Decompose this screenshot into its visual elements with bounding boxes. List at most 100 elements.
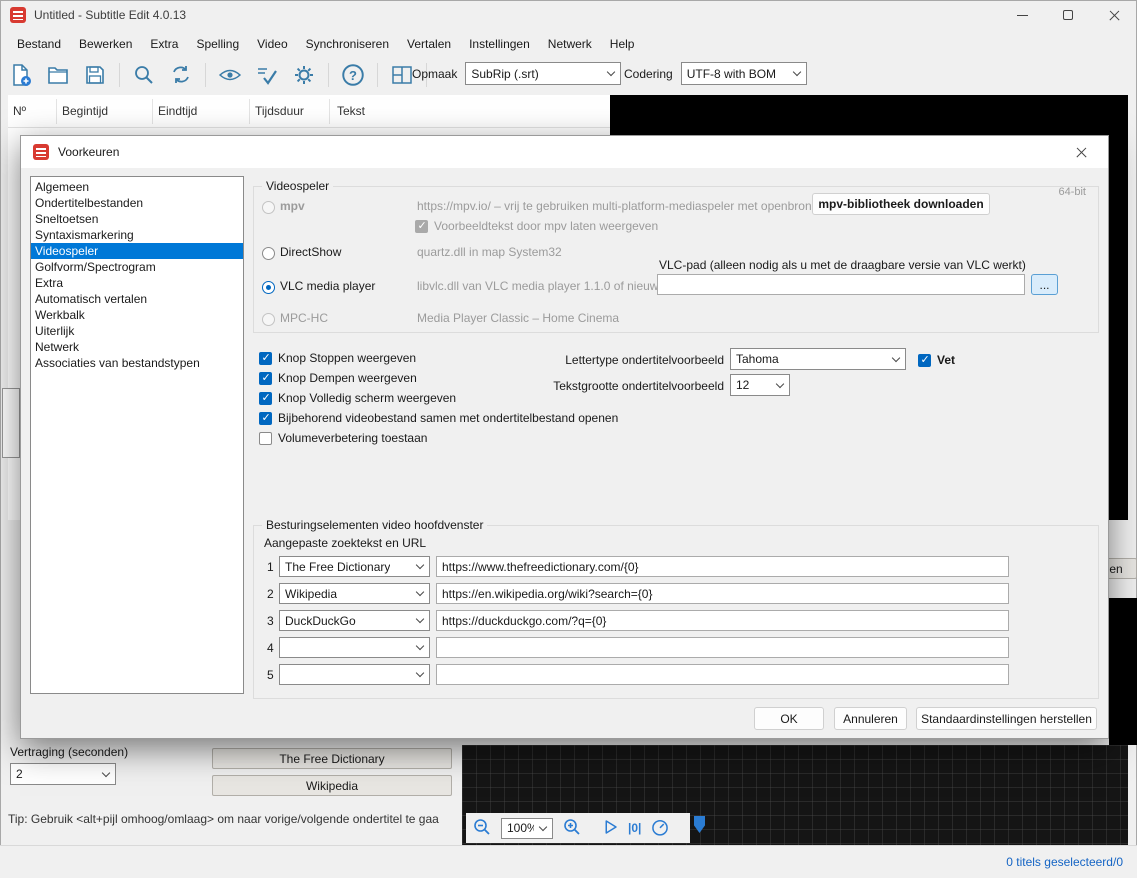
- main-controls-group-title: Besturingselementen video hoofdvenster: [262, 518, 487, 532]
- settings-button[interactable]: [289, 60, 319, 90]
- directshow-radio[interactable]: [262, 247, 275, 260]
- search-engine-select-1[interactable]: The Free Dictionary: [279, 556, 430, 577]
- menu-video[interactable]: Video: [248, 33, 296, 55]
- search-row-2: 2 Wikipedia: [267, 583, 1009, 604]
- zoom-in-button[interactable]: [562, 817, 582, 840]
- zoom-out-icon: [472, 817, 492, 837]
- vlc-path-browse-button[interactable]: ...: [1031, 274, 1058, 295]
- delay-select[interactable]: 2: [10, 763, 116, 785]
- vlc-path-input[interactable]: [657, 274, 1025, 295]
- preview-font-select[interactable]: Tahoma: [730, 348, 906, 370]
- vlc-radio[interactable]: [262, 281, 275, 294]
- menu-extra[interactable]: Extra: [141, 33, 187, 55]
- menu-netwerk[interactable]: Netwerk: [539, 33, 601, 55]
- sidebar-item-ondertitelbestanden[interactable]: Ondertitelbestanden: [31, 195, 243, 211]
- open-file-button[interactable]: [43, 60, 73, 90]
- find-button[interactable]: [129, 60, 159, 90]
- reset-defaults-button[interactable]: Standaardinstellingen herstellen: [916, 707, 1097, 730]
- ok-button[interactable]: OK: [754, 707, 824, 730]
- format-select[interactable]: SubRip (.srt): [465, 62, 621, 85]
- mpv-download-button[interactable]: mpv-bibliotheek downloaden: [812, 193, 990, 215]
- option-fullscreen-button[interactable]: Knop Volledig scherm weergeven: [259, 390, 456, 406]
- dialog-titlebar: Voorkeuren: [21, 136, 1108, 168]
- sidebar-item-uiterlijk[interactable]: Uiterlijk: [31, 323, 243, 339]
- stop-button-checkbox[interactable]: [259, 352, 272, 365]
- search-engine-select-2[interactable]: Wikipedia: [279, 583, 430, 604]
- sidebar-item-associaties[interactable]: Associaties van bestandstypen: [31, 355, 243, 371]
- mpc-radio[interactable]: [262, 313, 275, 326]
- mpv-preview-option[interactable]: Voorbeeldtekst door mpv laten weergeven: [415, 218, 658, 234]
- play-button[interactable]: [601, 818, 619, 839]
- bold-checkbox[interactable]: [918, 354, 931, 367]
- column-duration[interactable]: Tijdsduur: [255, 104, 304, 118]
- mpv-preview-checkbox[interactable]: [415, 220, 428, 233]
- visual-sync-button[interactable]: [215, 60, 245, 90]
- menu-bestand[interactable]: Bestand: [8, 33, 70, 55]
- menu-help[interactable]: Help: [601, 33, 644, 55]
- help-button[interactable]: ?: [338, 60, 368, 90]
- zoom-out-button[interactable]: [472, 817, 492, 840]
- sidebar-item-extra[interactable]: Extra: [31, 275, 243, 291]
- vlc-path-label: VLC-pad (alleen nodig als u met de draag…: [659, 258, 1026, 272]
- menu-synchroniseren[interactable]: Synchroniseren: [297, 33, 398, 55]
- mpv-radio[interactable]: [262, 201, 275, 214]
- open-video-checkbox[interactable]: [259, 412, 272, 425]
- new-file-icon: [9, 63, 33, 87]
- new-subtitle-button[interactable]: [6, 60, 36, 90]
- search-url-input-3[interactable]: [436, 610, 1009, 631]
- browse-label: ...: [1039, 278, 1049, 292]
- replace-button[interactable]: [166, 60, 196, 90]
- search-url-input-2[interactable]: [436, 583, 1009, 604]
- search-url-input-4[interactable]: [436, 637, 1009, 658]
- minimize-button[interactable]: [999, 0, 1045, 30]
- column-number[interactable]: Nº: [13, 104, 26, 118]
- menu-spelling[interactable]: Spelling: [187, 33, 248, 55]
- dialog-close-button[interactable]: [1066, 137, 1096, 167]
- option-volume-boost[interactable]: Volumeverbetering toestaan: [259, 430, 427, 446]
- frame-step-button[interactable]: |0|: [628, 821, 641, 835]
- menu-instellingen[interactable]: Instellingen: [460, 33, 539, 55]
- save-button[interactable]: [80, 60, 110, 90]
- close-icon: [1075, 146, 1088, 159]
- close-button[interactable]: [1091, 0, 1137, 30]
- fullscreen-button-checkbox[interactable]: [259, 392, 272, 405]
- sidebar-item-automatisch-vertalen[interactable]: Automatisch vertalen: [31, 291, 243, 307]
- column-endtime[interactable]: Eindtijd: [158, 104, 197, 118]
- preview-size-value: 12: [736, 378, 749, 392]
- sidebar-item-videospeler[interactable]: Videospeler: [31, 243, 243, 259]
- sidebar-item-syntaxismarkering[interactable]: Syntaxismarkering: [31, 227, 243, 243]
- encoding-select[interactable]: UTF-8 with BOM: [681, 62, 807, 85]
- sidebar-item-algemeen[interactable]: Algemeen: [31, 179, 243, 195]
- option-open-video[interactable]: Bijbehorend videobestand samen met onder…: [259, 410, 618, 426]
- toolbar-separator: [119, 63, 120, 87]
- search-engine-select-5[interactable]: [279, 664, 430, 685]
- menu-vertalen[interactable]: Vertalen: [398, 33, 460, 55]
- preview-size-select[interactable]: 12: [730, 374, 790, 396]
- sidebar-item-netwerk[interactable]: Netwerk: [31, 339, 243, 355]
- playback-rate-button[interactable]: [650, 817, 670, 840]
- cancel-button[interactable]: Annuleren: [834, 707, 907, 730]
- sidebar-item-werkbalk[interactable]: Werkbalk: [31, 307, 243, 323]
- sidebar-item-sneltoetsen[interactable]: Sneltoetsen: [31, 211, 243, 227]
- option-stop-button[interactable]: Knop Stoppen weergeven: [259, 350, 416, 366]
- sidebar-item-golfvorm[interactable]: Golfvorm/Spectrogram: [31, 259, 243, 275]
- search-url-input-5[interactable]: [436, 664, 1009, 685]
- bold-option[interactable]: Vet: [918, 352, 955, 368]
- search-engine-select-3[interactable]: DuckDuckGo: [279, 610, 430, 631]
- mute-button-checkbox[interactable]: [259, 372, 272, 385]
- spell-check-button[interactable]: [252, 60, 282, 90]
- row-number: 2: [267, 587, 279, 601]
- menu-bewerken[interactable]: Bewerken: [70, 33, 141, 55]
- volume-boost-checkbox[interactable]: [259, 432, 272, 445]
- reset-defaults-label: Standaardinstellingen herstellen: [921, 712, 1092, 726]
- maximize-button[interactable]: [1045, 0, 1091, 30]
- search-engine-select-4[interactable]: [279, 637, 430, 658]
- zoom-level-select[interactable]: 100%: [501, 818, 553, 839]
- search-url-input-1[interactable]: [436, 556, 1009, 577]
- option-mute-button[interactable]: Knop Dempen weergeven: [259, 370, 417, 386]
- search-wikipedia-button[interactable]: Wikipedia: [212, 775, 452, 796]
- column-text[interactable]: Tekst: [337, 104, 365, 118]
- column-starttime[interactable]: Begintijd: [62, 104, 108, 118]
- search-dictionary-button[interactable]: The Free Dictionary: [212, 748, 452, 769]
- toolbar: ? Opmaak SubRip (.srt) Codering UTF-8 wi…: [0, 57, 1137, 94]
